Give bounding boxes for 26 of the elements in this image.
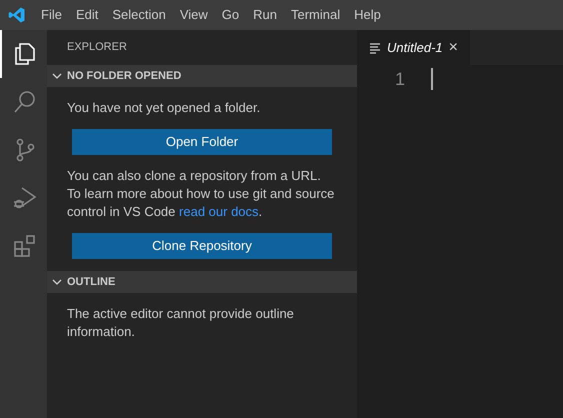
app-logo-icon bbox=[8, 6, 26, 24]
info-text: The active editor cannot provide outline information. bbox=[67, 305, 295, 341]
section-title: NO FOLDER OPENED bbox=[67, 68, 182, 84]
menu-item[interactable]: Selection bbox=[105, 5, 173, 25]
section-title: OUTLINE bbox=[67, 274, 116, 290]
info-text: You have not yet opened a folder. bbox=[67, 99, 262, 117]
tab-title: Untitled-1 bbox=[387, 38, 443, 57]
text-lines-icon bbox=[369, 42, 381, 54]
editor-tab[interactable]: Untitled-1 × bbox=[357, 30, 470, 65]
info-text: You can also clone a repository from a URL. To learn more about how to use git and source control in VS Code read our docs. bbox=[67, 167, 336, 221]
close-icon[interactable]: × bbox=[448, 40, 458, 56]
menu-item[interactable]: Help bbox=[347, 5, 388, 25]
menu-item[interactable]: Run bbox=[246, 5, 284, 25]
line-number: 1 bbox=[394, 68, 405, 91]
menu-item[interactable]: File bbox=[34, 5, 69, 25]
section-header[interactable]: OUTLINE bbox=[47, 271, 357, 293]
menu-item[interactable]: Terminal bbox=[284, 5, 348, 25]
docs-link[interactable]: read our docs bbox=[179, 204, 259, 219]
menu-item[interactable]: Go bbox=[214, 5, 246, 25]
action-button[interactable]: Clone Repository bbox=[72, 233, 332, 259]
section-header[interactable]: NO FOLDER OPENED bbox=[47, 65, 357, 87]
menu-item[interactable]: Edit bbox=[68, 5, 106, 25]
action-button[interactable]: Open Folder bbox=[72, 129, 332, 155]
text-cursor bbox=[431, 68, 433, 90]
sidebar-title: EXPLORER bbox=[66, 40, 128, 56]
menu-item[interactable]: View bbox=[172, 5, 215, 25]
